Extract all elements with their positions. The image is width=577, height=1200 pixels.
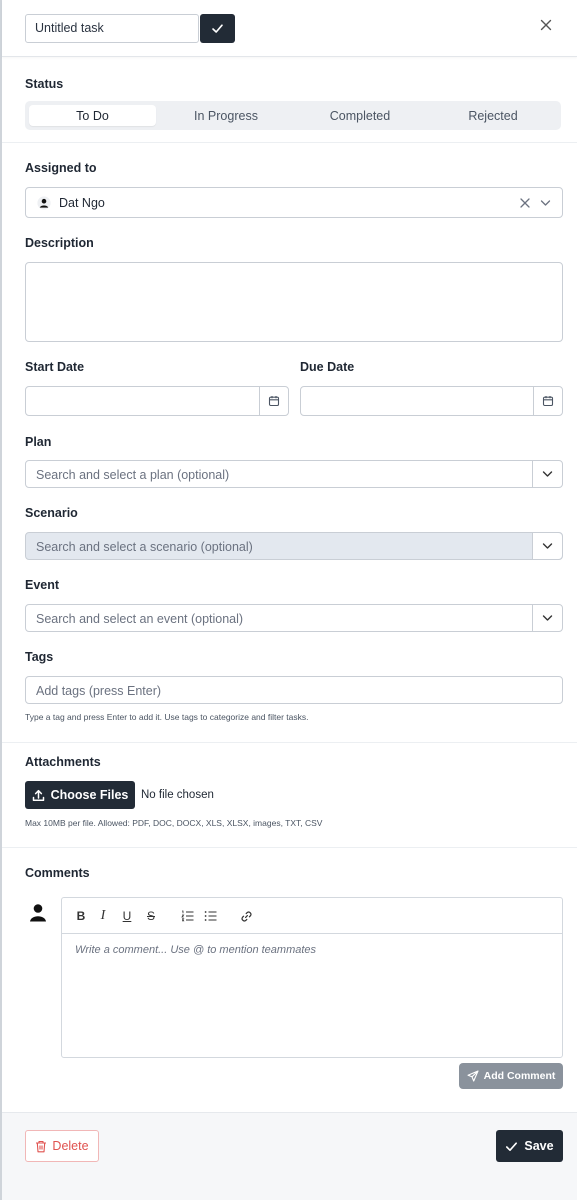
underline-button[interactable]: U (118, 907, 136, 925)
upload-icon (32, 789, 44, 801)
comment-editor: B I U S Write a comment... Use @ to ment… (61, 897, 563, 1058)
add-comment-button[interactable]: Add Comment (459, 1063, 563, 1089)
plan-dropdown-button[interactable] (532, 461, 562, 487)
bullet-list-button[interactable] (201, 907, 219, 925)
task-header: Untitled task (2, 0, 577, 57)
task-title-input[interactable]: Untitled task (25, 14, 199, 43)
status-option-rejected[interactable]: Rejected (429, 105, 557, 126)
comments-label: Comments (25, 866, 90, 880)
italic-button[interactable]: I (94, 907, 112, 925)
description-label: Description (25, 236, 94, 250)
attachments-hint: Max 10MB per file. Allowed: PDF, DOC, DO… (25, 818, 323, 828)
add-comment-label: Add Comment (483, 1070, 556, 1082)
section-divider (2, 742, 577, 743)
event-label: Event (25, 578, 60, 592)
close-button[interactable] (538, 17, 554, 33)
task-panel: Untitled task Status To Do In Progress C… (0, 0, 577, 1200)
status-option-completed[interactable]: Completed (295, 105, 425, 126)
status-segmented-control: To Do In Progress Completed Rejected (25, 101, 561, 130)
file-status-text: No file chosen (141, 789, 214, 801)
plan-select[interactable]: Search and select a plan (optional) (25, 460, 563, 488)
bold-button[interactable]: B (72, 907, 90, 925)
chevron-down-icon[interactable] (540, 198, 551, 208)
delete-label: Delete (52, 1139, 89, 1153)
due-date-label: Due Date (300, 360, 355, 374)
event-select[interactable]: Search and select an event (optional) (25, 604, 563, 632)
status-label: Status (25, 77, 64, 91)
event-dropdown-button[interactable] (532, 605, 562, 631)
choose-files-button[interactable]: Choose Files (25, 781, 135, 809)
tags-placeholder: Add tags (press Enter) (36, 684, 162, 698)
section-divider (2, 142, 577, 143)
plan-placeholder: Search and select a plan (optional) (36, 468, 230, 482)
description-textarea[interactable] (25, 262, 563, 342)
start-date-input[interactable] (25, 386, 289, 416)
tags-label: Tags (25, 650, 54, 664)
comment-toolbar: B I U S (62, 898, 562, 934)
scenario-label: Scenario (25, 506, 78, 520)
chevron-down-icon (542, 471, 553, 477)
calendar-icon (268, 396, 280, 407)
assignee-name: Dat Ngo (59, 196, 105, 210)
start-date-picker-button[interactable] (259, 387, 288, 415)
chevron-down-icon (542, 543, 553, 549)
status-option-in-progress[interactable]: In Progress (161, 105, 291, 126)
tags-input[interactable]: Add tags (press Enter) (25, 676, 563, 704)
check-icon (506, 1141, 518, 1151)
chevron-down-icon (542, 615, 553, 621)
ordered-list-button[interactable] (178, 907, 196, 925)
tags-hint: Type a tag and press Enter to add it. Us… (25, 712, 309, 722)
start-date-label: Start Date (25, 360, 85, 374)
save-button[interactable]: Save (496, 1130, 563, 1162)
bullet-list-icon (204, 911, 216, 921)
scenario-placeholder: Search and select a scenario (optional) (36, 540, 253, 554)
calendar-icon (542, 396, 554, 407)
user-icon (37, 196, 51, 210)
event-placeholder: Search and select an event (optional) (36, 612, 244, 626)
confirm-title-button[interactable] (200, 14, 235, 43)
close-icon (540, 19, 552, 31)
choose-files-label: Choose Files (50, 788, 129, 802)
comment-input[interactable]: Write a comment... Use @ to mention team… (75, 944, 316, 956)
user-avatar-icon (30, 904, 46, 922)
scenario-dropdown-button[interactable] (532, 533, 562, 559)
check-icon (212, 24, 223, 33)
attachments-label: Attachments (25, 755, 101, 769)
due-date-picker-button[interactable] (533, 387, 562, 415)
assigned-to-label: Assigned to (25, 161, 97, 175)
link-button[interactable] (237, 907, 255, 925)
save-label: Save (524, 1139, 554, 1153)
ordered-list-icon (180, 910, 193, 922)
assignee-select[interactable]: Dat Ngo (25, 187, 563, 218)
status-option-to-do[interactable]: To Do (29, 105, 156, 126)
trash-icon (36, 1140, 47, 1152)
delete-button[interactable]: Delete (25, 1130, 99, 1162)
link-icon (241, 911, 251, 921)
clear-icon[interactable] (520, 198, 530, 208)
strikethrough-button[interactable]: S (142, 907, 160, 925)
scenario-select[interactable]: Search and select a scenario (optional) (25, 532, 563, 560)
section-divider (2, 847, 577, 848)
due-date-input[interactable] (300, 386, 563, 416)
send-icon (467, 1070, 479, 1082)
plan-label: Plan (25, 435, 52, 449)
